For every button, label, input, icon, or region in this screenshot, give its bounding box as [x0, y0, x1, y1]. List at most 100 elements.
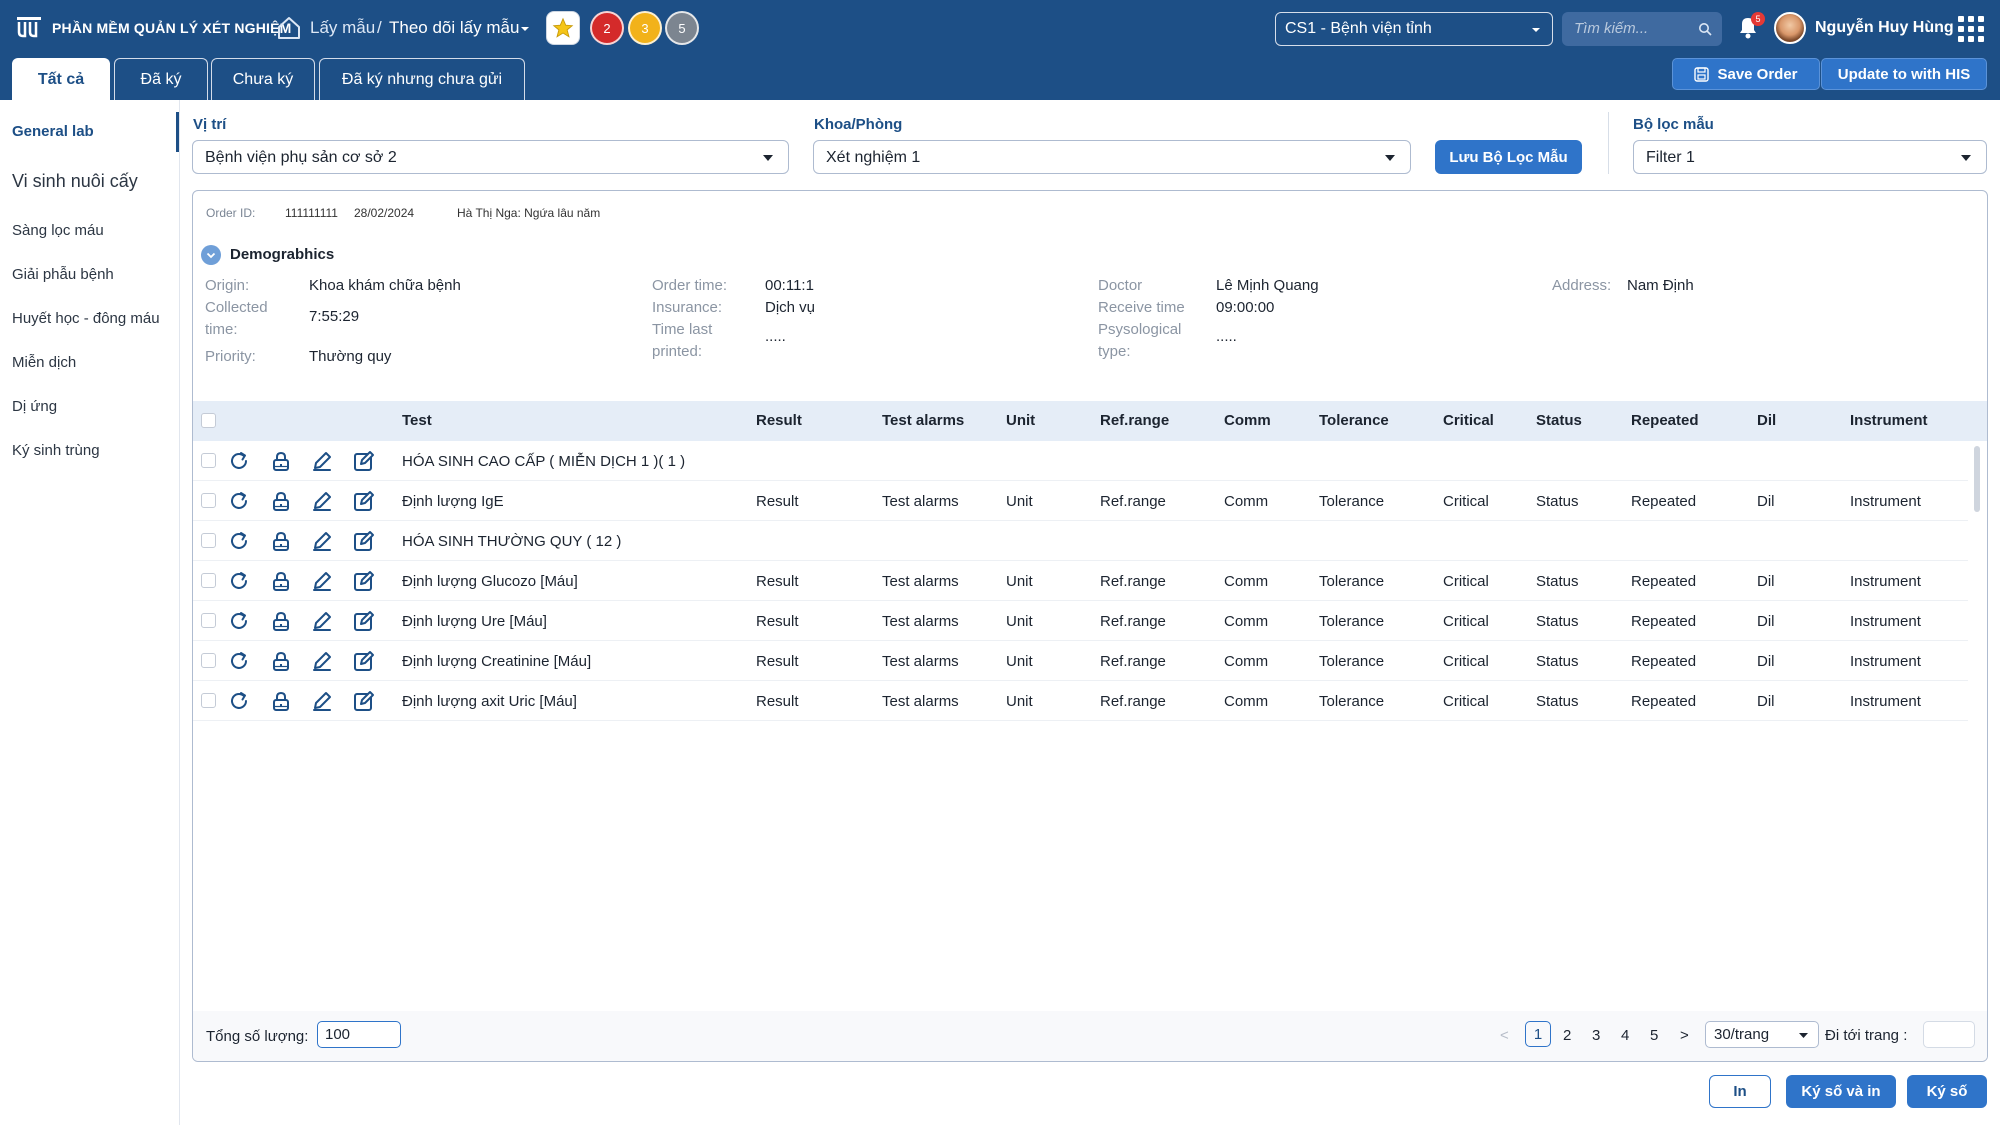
- demographics-toggle[interactable]: [201, 245, 221, 265]
- col-critical[interactable]: Critical: [1443, 412, 1494, 429]
- goto-page-input[interactable]: [1923, 1021, 1975, 1048]
- lock-icon[interactable]: [269, 449, 293, 473]
- page-3-button[interactable]: 3: [1592, 1027, 1600, 1044]
- lock-icon[interactable]: [269, 689, 293, 713]
- col-dil[interactable]: Dil: [1757, 412, 1776, 429]
- edit-icon[interactable]: [352, 449, 376, 473]
- sidebar-item-hematology[interactable]: Huyết học - đông máu: [12, 310, 160, 327]
- total-input[interactable]: 100: [317, 1021, 401, 1048]
- row-checkbox[interactable]: [201, 693, 216, 708]
- sample-filter-select[interactable]: Filter 1: [1633, 140, 1987, 174]
- select-all-checkbox[interactable]: [201, 413, 216, 428]
- row-checkbox[interactable]: [201, 493, 216, 508]
- sidebar-item-pathology[interactable]: Giải phẫu bệnh: [12, 266, 114, 283]
- site-select[interactable]: CS1 - Bệnh viện tỉnh: [1275, 12, 1553, 46]
- pen-icon[interactable]: [310, 529, 334, 553]
- row-checkbox[interactable]: [201, 653, 216, 668]
- chevron-down-icon[interactable]: [518, 22, 532, 36]
- pen-icon[interactable]: [310, 689, 334, 713]
- save-filter-button[interactable]: Lưu Bộ Lọc Mẫu: [1435, 140, 1582, 174]
- edit-icon[interactable]: [352, 609, 376, 633]
- sidebar-item-parasitology[interactable]: Ký sinh trùng: [12, 442, 100, 459]
- edit-icon[interactable]: [352, 489, 376, 513]
- breadcrumb-sampling[interactable]: Lấy mẫu: [310, 18, 375, 38]
- col-ref-range[interactable]: Ref.range: [1100, 412, 1169, 429]
- sidebar-item-blood-screening[interactable]: Sàng lọc máu: [12, 222, 104, 239]
- col-tolerance[interactable]: Tolerance: [1319, 412, 1389, 429]
- col-instrument[interactable]: Instrument: [1850, 412, 1928, 429]
- refresh-icon[interactable]: [227, 569, 251, 593]
- pen-icon[interactable]: [310, 449, 334, 473]
- refresh-icon[interactable]: [227, 649, 251, 673]
- pen-icon[interactable]: [310, 489, 334, 513]
- apps-grid-icon[interactable]: [1958, 16, 1984, 42]
- location-select[interactable]: Bệnh viện phụ sản cơ sở 2: [192, 140, 789, 174]
- edit-icon[interactable]: [352, 529, 376, 553]
- col-comm[interactable]: Comm: [1224, 412, 1271, 429]
- table-scrollbar[interactable]: [1974, 446, 1980, 512]
- page-5-button[interactable]: 5: [1650, 1027, 1658, 1044]
- col-status[interactable]: Status: [1536, 412, 1582, 429]
- row-checkbox[interactable]: [201, 573, 216, 588]
- sidebar-item-microbiology[interactable]: Vi sinh nuôi cấy: [12, 171, 138, 192]
- avatar[interactable]: [1774, 12, 1806, 44]
- tab-all[interactable]: Tất cả: [12, 58, 110, 100]
- update-his-button[interactable]: Update to with HIS: [1821, 58, 1987, 90]
- lock-icon[interactable]: [269, 609, 293, 633]
- refresh-icon[interactable]: [227, 449, 251, 473]
- print-button[interactable]: In: [1709, 1075, 1771, 1108]
- table-row[interactable]: Định lượng Glucozo [Máu] Result Test alarm…: [193, 561, 1968, 601]
- department-select[interactable]: Xét nghiệm 1: [813, 140, 1411, 174]
- tab-signed[interactable]: Đã ký: [114, 58, 208, 100]
- table-row[interactable]: HÓA SINH CAO CẤP ( MIỄN DỊCH 1 )( 1 ): [193, 441, 1968, 481]
- lock-icon[interactable]: [269, 649, 293, 673]
- col-repeated[interactable]: Repeated: [1631, 412, 1699, 429]
- edit-icon[interactable]: [352, 569, 376, 593]
- page-2-button[interactable]: 2: [1563, 1027, 1571, 1044]
- row-checkbox[interactable]: [201, 533, 216, 548]
- table-row[interactable]: Định lượng Creatinine [Máu] Result Test al…: [193, 641, 1968, 681]
- sidebar-item-allergy[interactable]: Dị ứng: [12, 398, 57, 415]
- table-row[interactable]: Định lượng axit Uric [Máu] Result Test ala…: [193, 681, 1968, 721]
- sidebar-item-general-lab[interactable]: General lab: [12, 123, 94, 140]
- table-row[interactable]: HÓA SINH THƯỜNG QUY ( 12 ): [193, 521, 1968, 561]
- sidebar-item-immunology[interactable]: Miễn dịch: [12, 354, 76, 371]
- lock-icon[interactable]: [269, 529, 293, 553]
- page-1-button[interactable]: 1: [1525, 1021, 1551, 1047]
- prev-page-button[interactable]: <: [1500, 1027, 1509, 1044]
- home-icon[interactable]: [276, 15, 302, 41]
- sign-button[interactable]: Ký số: [1907, 1075, 1987, 1108]
- table-row[interactable]: Định lượng IgE Result Test alarms Unit Ref.r…: [193, 481, 1968, 521]
- col-result[interactable]: Result: [756, 412, 802, 429]
- user-name[interactable]: Nguyễn Huy Hùng: [1815, 19, 1954, 37]
- table-row[interactable]: Định lượng Ure [Máu] Result Test alarms Uni…: [193, 601, 1968, 641]
- refresh-icon[interactable]: [227, 609, 251, 633]
- count-badge-gray[interactable]: 5: [665, 11, 699, 45]
- per-page-select[interactable]: 30/trang: [1705, 1021, 1819, 1048]
- page-4-button[interactable]: 4: [1621, 1027, 1629, 1044]
- col-test[interactable]: Test: [402, 412, 432, 429]
- pen-icon[interactable]: [310, 609, 334, 633]
- row-checkbox[interactable]: [201, 613, 216, 628]
- refresh-icon[interactable]: [227, 529, 251, 553]
- refresh-icon[interactable]: [227, 689, 251, 713]
- save-order-button[interactable]: Save Order: [1672, 58, 1820, 90]
- lock-icon[interactable]: [269, 489, 293, 513]
- next-page-button[interactable]: >: [1680, 1027, 1689, 1044]
- edit-icon[interactable]: [352, 689, 376, 713]
- sign-and-print-button[interactable]: Ký số và in: [1786, 1075, 1896, 1108]
- col-test-alarms[interactable]: Test alarms: [882, 412, 964, 429]
- breadcrumb-track-sampling[interactable]: Theo dõi lấy mẫu: [389, 18, 519, 38]
- edit-icon[interactable]: [352, 649, 376, 673]
- col-unit[interactable]: Unit: [1006, 412, 1035, 429]
- favorite-button[interactable]: [546, 11, 580, 45]
- lock-icon[interactable]: [269, 569, 293, 593]
- count-badge-red[interactable]: 2: [590, 11, 624, 45]
- count-badge-yellow[interactable]: 3: [628, 11, 662, 45]
- refresh-icon[interactable]: [227, 489, 251, 513]
- pen-icon[interactable]: [310, 569, 334, 593]
- tab-signed-not-sent[interactable]: Đã ký nhưng chưa gửi: [319, 58, 525, 100]
- row-checkbox[interactable]: [201, 453, 216, 468]
- pen-icon[interactable]: [310, 649, 334, 673]
- search-input[interactable]: Tìm kiếm...: [1562, 12, 1722, 46]
